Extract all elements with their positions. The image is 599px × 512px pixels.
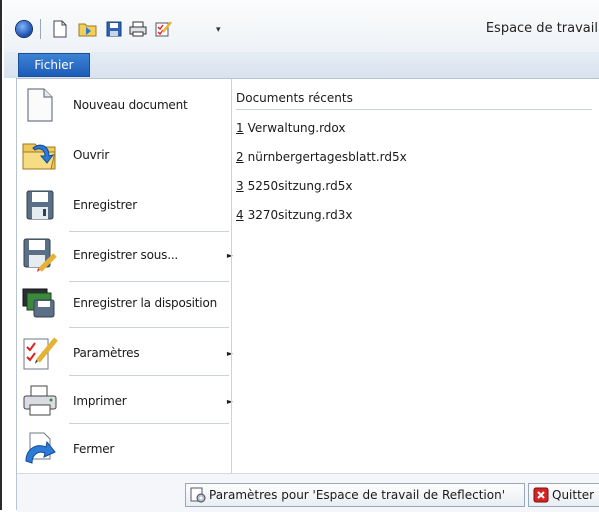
menu-separator [69,423,229,424]
recent-document-number: 4 [236,208,244,222]
save-icon[interactable] [104,18,124,40]
window-title: Espace de travail [485,21,598,36]
save-icon [21,186,59,224]
application-window: ▾ Espace de travail Fichier Nouveau docu… [0,0,599,512]
recent-document-item[interactable]: 2 nürnbergertagesblatt.rd5x [236,150,407,164]
menu-item-open[interactable]: Ouvrir [21,133,231,177]
menu-item-print[interactable]: Imprimer ► [21,379,233,423]
quit-label: Quitter [552,488,595,502]
file-menu-commands: Nouveau document Ouvrir Enregistrer Enre… [17,79,233,473]
file-menu-panel: Nouveau document Ouvrir Enregistrer Enre… [16,78,599,512]
menu-item-save-layout[interactable]: Enregistrer la disposition [21,281,231,325]
menu-column-divider [231,79,232,473]
recent-document-item[interactable]: 4 3270sitzung.rd3x [236,208,353,222]
menu-item-save[interactable]: Enregistrer [21,183,231,227]
save-as-icon [21,236,59,274]
application-orb-icon[interactable] [16,21,32,37]
open-folder-icon [21,136,59,174]
submenu-arrow-icon: ► [226,349,233,358]
settings-gear-icon [190,487,206,503]
submenu-arrow-icon: ► [226,397,233,406]
settings-icon [21,334,59,372]
quit-button[interactable]: Quitter [528,483,599,507]
printer-icon [21,382,59,420]
recent-document-item[interactable]: 1 Verwaltung.rdox [236,121,346,135]
recent-document-name: nürnbergertagesblatt.rd5x [247,150,407,164]
recent-document-name: Verwaltung.rdox [247,121,346,135]
workspace-settings-button[interactable]: Paramètres pour 'Espace de travail de Re… [185,483,525,507]
menu-separator [69,327,229,328]
workspace-settings-label: Paramètres pour 'Espace de travail de Re… [209,488,506,502]
recent-document-number: 1 [236,121,244,135]
recent-document-item[interactable]: 3 5250sitzung.rd5x [236,179,353,193]
recent-document-number: 3 [236,179,244,193]
recent-document-number: 2 [236,150,244,164]
quit-icon [533,487,549,503]
menu-item-settings[interactable]: Paramètres ► [21,331,233,375]
ribbon-tab-strip: Fichier [4,52,599,78]
menu-item-label: Enregistrer [73,198,137,212]
open-folder-icon[interactable] [78,18,98,40]
menu-item-save-as[interactable]: Enregistrer sous... ► [21,233,233,277]
menu-item-label: Nouveau document [73,98,188,112]
recent-document-name: 5250sitzung.rd5x [247,179,353,193]
menu-item-label: Paramètres [73,346,140,360]
menu-item-label: Ouvrir [73,148,110,162]
menu-item-label: Enregistrer sous... [73,248,179,262]
customize-toolbar-chevron-icon[interactable]: ▾ [216,25,221,35]
file-menu-footer: Paramètres pour 'Espace de travail de Re… [17,473,599,512]
menu-separator [69,231,229,232]
recent-document-name: 3270sitzung.rd3x [247,208,353,222]
toolbar-separator [40,19,41,39]
menu-item-label: Fermer [73,442,115,456]
quick-access-toolbar: ▾ Espace de travail [4,0,599,52]
submenu-arrow-icon: ► [226,251,233,260]
menu-item-label: Enregistrer la disposition [73,296,217,310]
menu-item-close[interactable]: Fermer [21,427,231,471]
print-icon[interactable] [128,18,148,40]
save-layout-icon [21,284,59,322]
settings-icon[interactable] [154,18,174,40]
menu-item-new-document[interactable]: Nouveau document [21,83,231,127]
recent-documents-divider [236,109,592,110]
menu-item-label: Imprimer [73,394,127,408]
recent-documents-heading: Documents récents [236,91,353,105]
menu-separator [69,375,229,376]
new-document-icon [21,86,59,124]
new-document-icon[interactable] [50,18,70,40]
close-document-icon [21,430,59,468]
tab-file[interactable]: Fichier [18,53,90,77]
